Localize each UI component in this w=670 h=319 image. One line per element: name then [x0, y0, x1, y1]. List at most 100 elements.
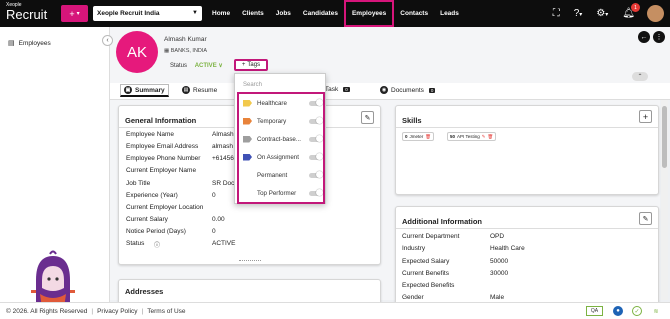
- tab-documents-label: Documents: [391, 86, 424, 94]
- footer-links: © 2026. All Rights Reserved | Privacy Po…: [6, 308, 186, 315]
- tab-resume[interactable]: ▤ Resume: [182, 86, 217, 94]
- summary-icon: ▣: [124, 86, 132, 94]
- tag-icon: [243, 99, 252, 107]
- tab-summary[interactable]: ▣ Summary: [120, 84, 169, 97]
- company-select-value: Xeople Recruit India: [97, 10, 160, 17]
- summary-content: General Information ✎ Employee Name Almas…: [110, 100, 660, 309]
- tag-toggle[interactable]: [309, 117, 323, 124]
- edit-general-info-button[interactable]: ✎: [361, 111, 374, 124]
- back-button[interactable]: ←: [638, 31, 650, 43]
- resume-icon: ▤: [182, 86, 190, 94]
- tags-button[interactable]: + Tags: [234, 59, 268, 71]
- skill-chip: 0 Jmeter 🗑︎: [402, 132, 434, 141]
- notification-badge: 1: [631, 3, 640, 12]
- chevron-down-icon: ▾: [76, 11, 80, 17]
- nav-jobs[interactable]: Jobs: [270, 0, 297, 27]
- add-skill-button[interactable]: +: [639, 110, 652, 123]
- info-circle-icon: ⓘ: [154, 243, 161, 249]
- tag-toggle[interactable]: [309, 99, 323, 106]
- nav-contacts[interactable]: Contacts: [394, 0, 434, 27]
- tag-icon: [243, 190, 252, 197]
- card-title: Addresses: [125, 287, 164, 296]
- tag-icon: [243, 117, 252, 125]
- collapse-header-button[interactable]: ⌃: [632, 72, 648, 81]
- check-circle-icon[interactable]: ✓: [632, 306, 642, 316]
- documents-icon: ◉: [380, 86, 388, 94]
- employee-name: Almash Kumar: [164, 36, 207, 43]
- fullscreen-icon[interactable]: ⛶: [553, 8, 560, 19]
- edit-additional-info-button[interactable]: ✎: [639, 212, 652, 225]
- tag-toggle[interactable]: [309, 189, 323, 196]
- divider: [396, 127, 658, 128]
- status-dropdown[interactable]: ACTIVE ∨: [195, 63, 223, 69]
- tag-item-temporary[interactable]: Temporary: [243, 115, 323, 127]
- tab-count-badge: 0: [428, 87, 436, 93]
- tag-toggle[interactable]: [309, 171, 323, 178]
- tag-item-contract-based[interactable]: Contract-base...: [243, 133, 323, 145]
- employees-list-icon: ▤: [8, 40, 15, 47]
- employee-location: ▦ BANKS, INDIA: [164, 48, 207, 54]
- footer: © 2026. All Rights Reserved | Privacy Po…: [0, 302, 670, 319]
- tag-item-top-performer[interactable]: Top Performer: [243, 187, 323, 199]
- page-scrollbar[interactable]: [661, 100, 668, 300]
- help-icon[interactable]: ?▾: [574, 8, 583, 19]
- tag-toggle[interactable]: [309, 153, 323, 160]
- environment-badge: QA: [586, 306, 603, 316]
- card-title: Additional Information: [402, 217, 482, 226]
- chevron-down-icon: ▼: [192, 10, 198, 16]
- tag-icon: [243, 153, 252, 161]
- nav-candidates[interactable]: Candidates: [297, 0, 344, 27]
- sidebar-item-label: Employees: [18, 39, 51, 47]
- tags-list: Healthcare Temporary Contract-base... On…: [237, 92, 325, 204]
- tag-item-on-assignment[interactable]: On Assignment: [243, 151, 323, 163]
- sidebar-collapse-button[interactable]: ‹: [102, 35, 113, 46]
- company-select[interactable]: Xeople Recruit India ▼: [93, 6, 202, 21]
- nav-home[interactable]: Home: [206, 0, 236, 27]
- tag-icon: [243, 135, 252, 143]
- plus-icon: +: [241, 62, 246, 68]
- tab-count-badge: 0: [343, 87, 350, 92]
- nav-employees[interactable]: Employees: [343, 0, 395, 27]
- employee-profile-header: AK Almash Kumar ▦ BANKS, INDIA Status AC…: [110, 27, 670, 83]
- employee-avatar-initials: AK: [116, 31, 158, 73]
- delete-icon[interactable]: 🗑︎: [425, 134, 431, 140]
- divider: |: [91, 308, 94, 315]
- resize-handle[interactable]: [239, 260, 261, 262]
- nav-leads[interactable]: Leads: [434, 0, 465, 27]
- skills-list: 0 Jmeter 🗑︎ 50 API Testing ✎ 🗑︎: [402, 132, 652, 142]
- logo-text: Recruit: [6, 7, 48, 22]
- edit-icon[interactable]: ✎: [482, 134, 486, 140]
- employee-status: Status ACTIVE ∨: [170, 62, 223, 69]
- tags-search-input[interactable]: Search: [243, 82, 262, 88]
- user-account-icon[interactable]: ●: [613, 306, 623, 316]
- tab-documents[interactable]: ◉ Documents 0: [380, 86, 436, 94]
- divider: |: [141, 308, 144, 315]
- privacy-policy-link[interactable]: Privacy Policy: [97, 308, 137, 315]
- skills-card: Skills + 0 Jmeter 🗑︎ 50 API Testing ✎ 🗑︎: [395, 105, 659, 195]
- card-title: General Information: [125, 116, 197, 125]
- chevron-down-icon: ∨: [218, 63, 223, 69]
- terms-of-use-link[interactable]: Terms of Use: [147, 308, 185, 315]
- tag-item-permanent[interactable]: Permanent: [243, 169, 323, 181]
- scrollbar-thumb[interactable]: [662, 106, 667, 168]
- left-sidebar: ▤ Employees: [0, 27, 110, 319]
- employee-tabs: ▣ Summary ▤ Resume g / Task 0 ◉ Document…: [110, 83, 670, 100]
- settings-gear-icon[interactable]: ⚙▾: [596, 8, 608, 19]
- sidebar-item-employees[interactable]: ▤ Employees: [8, 39, 51, 48]
- tag-toggle[interactable]: [309, 135, 323, 142]
- top-nav-bar: Xeople Recruit + ▾ Xeople Recruit India …: [0, 0, 670, 27]
- nav-clients[interactable]: Clients: [236, 0, 270, 27]
- notification-bell-icon[interactable]: 🔔︎ 1: [622, 3, 640, 19]
- quick-add-button[interactable]: + ▾: [61, 5, 88, 22]
- user-avatar[interactable]: [647, 5, 664, 22]
- tag-item-healthcare[interactable]: Healthcare: [243, 97, 323, 109]
- tab-summary-label: Summary: [135, 86, 165, 94]
- employee-location-text: BANKS, INDIA: [170, 48, 208, 54]
- divider: [396, 228, 658, 229]
- more-options-button[interactable]: ⋮: [653, 31, 665, 43]
- wifi-icon: ≋: [653, 308, 659, 315]
- skill-chip: 50 API Testing ✎ 🗑︎: [447, 132, 497, 141]
- plus-icon: +: [69, 8, 75, 19]
- app-logo[interactable]: Xeople Recruit: [6, 2, 47, 22]
- delete-icon[interactable]: 🗑︎: [487, 134, 493, 140]
